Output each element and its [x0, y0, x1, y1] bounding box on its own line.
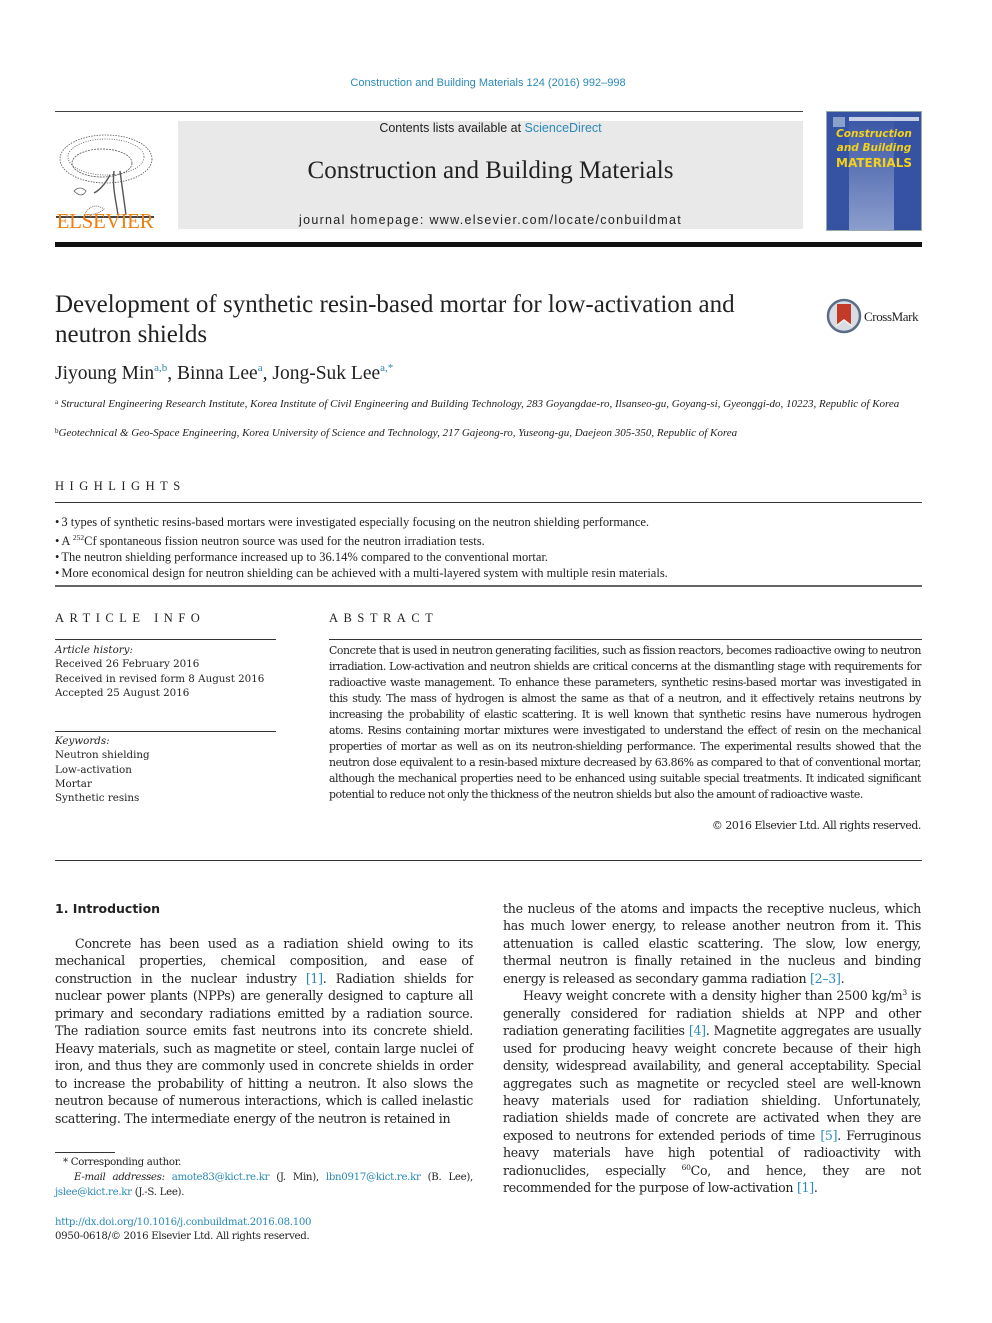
history-accepted: Accepted 25 August 2016: [55, 686, 190, 699]
header-top-divider: [55, 111, 803, 112]
citation-ref-link[interactable]: [5]: [820, 1128, 837, 1143]
keyword: Low-activation: [55, 763, 132, 776]
keyword: Synthetic resins: [55, 792, 140, 805]
crossmark-icon[interactable]: [826, 298, 862, 334]
highlights-divider-top: [55, 502, 922, 503]
abstract-copyright: © 2016 Elsevier Ltd. All rights reserved…: [711, 819, 922, 832]
sciencedirect-link[interactable]: ScienceDirect: [525, 121, 602, 135]
front-matter-divider: [55, 860, 922, 861]
crossmark-label[interactable]: CrossMark: [864, 309, 919, 325]
journal-title: Construction and Building Materials: [307, 157, 674, 184]
paragraph: Concrete has been used as a radiation sh…: [55, 936, 473, 1126]
email-owner: (B. Lee),: [420, 1172, 474, 1183]
email-link[interactable]: jslee@kict.re.kr: [55, 1187, 132, 1198]
affiliation-a: a Structural Engineering Research Instit…: [55, 395, 922, 412]
contents-availability: Contents lists available at ScienceDirec…: [178, 121, 803, 135]
journal-cover-image[interactable]: Construction and Building MATERIALS: [826, 111, 922, 231]
footnote-divider: [55, 1152, 115, 1153]
abstract-divider: [329, 639, 922, 640]
author-affil-link[interactable]: a,b: [154, 362, 167, 374]
article-info-divider: [55, 639, 276, 640]
elsevier-logo-text: ELSEVIER: [56, 209, 154, 233]
citation-ref-link[interactable]: [1]: [306, 971, 323, 986]
contents-prefix: Contents lists available at: [379, 121, 525, 135]
paragraph: the nucleus of the atoms and impacts the…: [503, 901, 921, 986]
highlights-list: 3 types of synthetic resins-based mortar…: [55, 514, 922, 581]
cover-title-line1: Construction: [836, 128, 912, 140]
history-received: Received 26 February 2016: [55, 658, 200, 671]
highlight-text: A: [61, 534, 73, 548]
highlight-text: The neutron shielding performance increa…: [61, 550, 549, 564]
keywords-divider: [55, 731, 276, 732]
citation-ref-link[interactable]: [2–3]: [810, 971, 841, 986]
highlights-heading: HIGHLIGHTS: [55, 479, 186, 493]
paragraph: Heavy weight concrete with a density hig…: [503, 988, 921, 1196]
highlight-item: 3 types of synthetic resins-based mortar…: [55, 514, 922, 530]
article-history-label: Article history:: [55, 644, 133, 656]
keyword: Mortar: [55, 777, 92, 790]
section-heading-introduction: 1. Introduction: [55, 901, 161, 916]
keyword: Neutron shielding: [55, 749, 150, 762]
journal-header-banner: Contents lists available at ScienceDirec…: [178, 121, 803, 229]
highlight-text: Cf spontaneous fission neutron source wa…: [84, 534, 485, 548]
email-owner: (J.-S. Lee).: [131, 1186, 185, 1198]
author-name[interactable]: Jong-Suk Lee: [272, 363, 380, 384]
citation-ref-link[interactable]: [1]: [797, 1180, 814, 1195]
cover-elsevier-icon: [833, 117, 845, 127]
body-column-right: the nucleus of the atoms and impacts the…: [503, 900, 921, 1197]
journal-citation-link[interactable]: Construction and Building Materials 124 …: [0, 77, 976, 89]
history-revised: Received in revised form 8 August 2016: [55, 672, 265, 685]
cover-title-line3: MATERIALS: [836, 156, 912, 170]
citation-ref-link[interactable]: [4]: [689, 1023, 706, 1038]
highlights-divider-bottom: [55, 585, 922, 587]
superscript: 60: [681, 1162, 691, 1172]
homepage-prefix: journal homepage:: [299, 213, 430, 227]
issn-copyright: 0950-0618/© 2016 Elsevier Ltd. All right…: [55, 1231, 310, 1242]
affiliation-text: Geotechnical & Geo-Space Engineering, Ko…: [58, 427, 738, 439]
isotope-superscript: 252: [72, 533, 85, 542]
abstract-text: Concrete that is used in neutron generat…: [329, 644, 921, 801]
homepage-url-link[interactable]: www.elsevier.com/locate/conbuildmat: [429, 213, 682, 227]
affiliation-text: Structural Engineering Research Institut…: [60, 398, 900, 410]
article-info-heading: ARTICLE INFO: [55, 611, 206, 625]
email-label: E-mail addresses:: [74, 1172, 172, 1183]
body-column-left: Concrete has been used as a radiation sh…: [55, 935, 473, 1127]
abstract-heading: ABSTRACT: [329, 611, 439, 625]
author-affil-link[interactable]: a,*: [380, 362, 393, 374]
author-affil-link[interactable]: a: [258, 362, 263, 374]
article-history: Article history: Received 26 February 20…: [55, 643, 280, 700]
affiliation-marker: a: [55, 398, 59, 406]
article-title: Development of synthetic resin-based mor…: [55, 291, 735, 348]
email-link[interactable]: amote83@kict.re.kr: [172, 1172, 270, 1183]
email-addresses: E-mail addresses: amote83@kict.re.kr (J.…: [55, 1171, 473, 1200]
keywords-label: Keywords:: [55, 735, 110, 747]
email-link[interactable]: lbn0917@kict.re.kr: [326, 1172, 421, 1183]
highlight-item: A 252Cf spontaneous fission neutron sour…: [55, 530, 922, 549]
doi-link[interactable]: http://dx.doi.org/10.1016/j.conbuildmat.…: [55, 1217, 312, 1228]
author-list: Jiyoung Mina,b, Binna Leea, Jong-Suk Lee…: [55, 362, 394, 384]
highlight-text: More economical design for neutron shiel…: [61, 566, 668, 580]
affiliation-b: bGeotechnical & Geo-Space Engineering, K…: [55, 424, 922, 441]
corresponding-author-note: * Corresponding author.: [63, 1157, 182, 1168]
author-name[interactable]: Binna Lee: [177, 363, 258, 384]
header-thick-divider: [55, 242, 922, 247]
superscript: 3: [902, 988, 907, 998]
author-name[interactable]: Jiyoung Min: [55, 363, 154, 384]
highlight-text: 3 types of synthetic resins-based mortar…: [61, 515, 650, 529]
journal-homepage: journal homepage: www.elsevier.com/locat…: [178, 213, 803, 227]
email-owner: (J. Min),: [269, 1172, 326, 1183]
cover-title-line2: and Building: [836, 142, 912, 154]
highlight-item: More economical design for neutron shiel…: [55, 565, 922, 581]
highlight-item: The neutron shielding performance increa…: [55, 549, 922, 565]
keywords: Keywords: Neutron shielding Low-activati…: [55, 734, 280, 805]
